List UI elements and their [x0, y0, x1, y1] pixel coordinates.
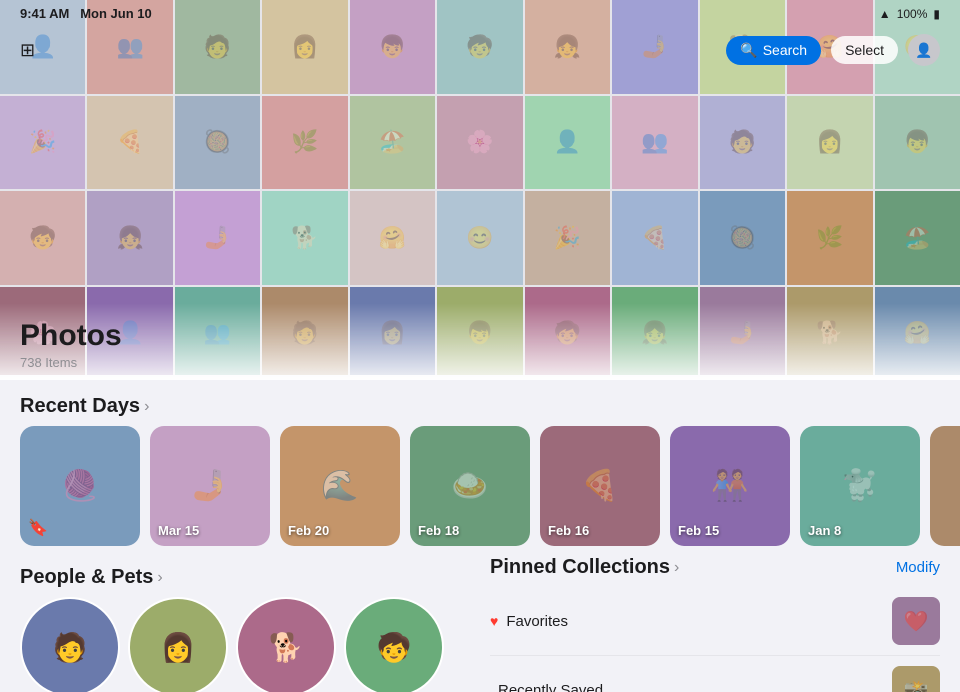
recent-days-label: Recent Days — [20, 395, 140, 418]
pinned-item-left: Recently Saved — [490, 682, 603, 692]
day-label: Feb 20 — [288, 523, 329, 538]
pinned-item[interactable]: ♥ Favorites ❤️ — [490, 587, 940, 656]
pinned-item-icon: ♥ — [490, 613, 498, 629]
bottom-section[interactable]: Recent Days › 🧶🔖🤳Mar 15🌊Feb 20🍛Feb 18🍕Fe… — [0, 375, 960, 692]
photo-cell[interactable]: 🎉 — [0, 96, 85, 190]
day-card[interactable]: 🐩Jan 8 — [800, 426, 920, 546]
date-display: Mon Jun 10 — [80, 6, 152, 21]
day-label: Feb 16 — [548, 523, 589, 538]
day-card[interactable]: 🤳Mar 15 — [150, 426, 270, 546]
day-card[interactable]: 🎹 — [930, 426, 960, 546]
person-card[interactable]: 🧑 — [20, 597, 120, 692]
people-label: People & Pets — [20, 566, 153, 589]
person-card[interactable]: 👩♥ — [128, 597, 228, 692]
photo-cell[interactable]: 😊 — [437, 191, 522, 285]
heart-badge: ♥ — [215, 677, 222, 689]
nav-right: 🔍 Search Select 👤 — [726, 34, 940, 66]
search-icon: 🔍 — [740, 42, 757, 59]
day-card[interactable]: 🍕Feb 16 — [540, 426, 660, 546]
pinned-item[interactable]: Recently Saved 📸 — [490, 656, 940, 692]
select-button[interactable]: Select — [831, 36, 898, 64]
pinned-label: Pinned Collections — [490, 556, 670, 579]
pinned-item-left: ♥ Favorites — [490, 613, 568, 630]
recent-days-title[interactable]: Recent Days › — [20, 395, 149, 418]
photo-cell[interactable]: 🍕 — [87, 96, 172, 190]
photo-cell[interactable]: 🥘 — [175, 96, 260, 190]
people-header: People & Pets › — [0, 556, 480, 597]
day-label: Mar 15 — [158, 523, 199, 538]
battery-display: 100% — [897, 7, 928, 21]
photo-cell[interactable]: 🎉 — [525, 191, 610, 285]
bottom-two-col: People & Pets › 🧑👩♥🐕🧒 Pinned Collections… — [0, 556, 960, 692]
person-card[interactable]: 🧒 — [344, 597, 444, 692]
day-card[interactable]: 🧑‍🤝‍🧑Feb 15 — [670, 426, 790, 546]
pinned-title[interactable]: Pinned Collections › — [490, 556, 679, 579]
pinned-section: Pinned Collections › Modify ♥ Favorites ❤️… — [480, 556, 960, 692]
battery-icon: ▮ — [933, 7, 940, 21]
pinned-thumb: ❤️ — [892, 597, 940, 645]
pinned-item-label: Favorites — [506, 613, 568, 630]
day-label: Feb 15 — [678, 523, 719, 538]
people-section: People & Pets › 🧑👩♥🐕🧒 — [0, 556, 480, 692]
photo-cell[interactable]: 👥 — [612, 96, 697, 190]
photo-cell[interactable]: 🏖️ — [350, 96, 435, 190]
recent-days-chevron: › — [144, 398, 149, 416]
photos-title-overlay: Photos 738 Items — [0, 303, 960, 380]
pinned-thumb: 📸 — [892, 666, 940, 692]
photo-cell[interactable]: 🌿 — [262, 96, 347, 190]
grid-icon[interactable]: ⊞ — [20, 40, 35, 61]
search-label: Search — [763, 42, 807, 58]
photo-cell[interactable]: 👩 — [787, 96, 872, 190]
photo-cell[interactable]: 🥘 — [700, 191, 785, 285]
person-card[interactable]: 🐕 — [236, 597, 336, 692]
page-subtitle: 738 Items — [20, 355, 940, 370]
day-card[interactable]: 🌊Feb 20 — [280, 426, 400, 546]
status-icons: ▲ 100% ▮ — [879, 7, 940, 21]
pinned-items: ♥ Favorites ❤️ Recently Saved 📸 — [490, 587, 940, 692]
pinned-item-label: Recently Saved — [498, 682, 603, 692]
avatar[interactable]: 👤 — [908, 34, 940, 66]
photo-cell[interactable]: 🐕 — [262, 191, 347, 285]
pinned-chevron: › — [674, 559, 679, 577]
day-card[interactable]: 🧶🔖 — [20, 426, 140, 546]
photo-cell[interactable]: 🏖️ — [875, 191, 960, 285]
day-card[interactable]: 🍛Feb 18 — [410, 426, 530, 546]
people-row: 🧑👩♥🐕🧒 — [0, 597, 480, 692]
day-label: Feb 18 — [418, 523, 459, 538]
photo-cell[interactable]: 🧑 — [700, 96, 785, 190]
photo-cell[interactable]: 👧 — [87, 191, 172, 285]
people-chevron: › — [157, 569, 162, 587]
bookmark-icon: 🔖 — [28, 518, 48, 538]
photo-cell[interactable]: 🤳 — [175, 191, 260, 285]
recent-days-row: 🧶🔖🤳Mar 15🌊Feb 20🍛Feb 18🍕Feb 16🧑‍🤝‍🧑Feb 1… — [0, 426, 960, 556]
page-title: Photos — [20, 319, 940, 353]
status-time: 9:41 AM Mon Jun 10 — [20, 6, 152, 21]
recent-days-header: Recent Days › — [0, 385, 960, 426]
photo-cell[interactable]: 👤 — [525, 96, 610, 190]
photo-cell[interactable]: 👦 — [875, 96, 960, 190]
photo-cell[interactable]: 🧒 — [0, 191, 85, 285]
modify-button[interactable]: Modify — [896, 559, 940, 576]
wifi-icon: ▲ — [879, 7, 891, 21]
photo-cell[interactable]: 🍕 — [612, 191, 697, 285]
photo-cell[interactable]: 🤗 — [350, 191, 435, 285]
photo-cell[interactable]: 🌿 — [787, 191, 872, 285]
day-label: Jan 8 — [808, 523, 841, 538]
time-display: 9:41 AM — [20, 6, 69, 21]
photo-cell[interactable]: 🌸 — [437, 96, 522, 190]
status-bar: 9:41 AM Mon Jun 10 ▲ 100% ▮ — [0, 0, 960, 25]
search-button[interactable]: 🔍 Search — [726, 36, 821, 65]
pinned-header: Pinned Collections › Modify — [490, 556, 940, 587]
top-nav: ⊞ 🔍 Search Select 👤 — [0, 28, 960, 72]
nav-left: ⊞ — [20, 40, 35, 61]
select-label: Select — [845, 42, 884, 58]
people-title[interactable]: People & Pets › — [20, 566, 163, 589]
